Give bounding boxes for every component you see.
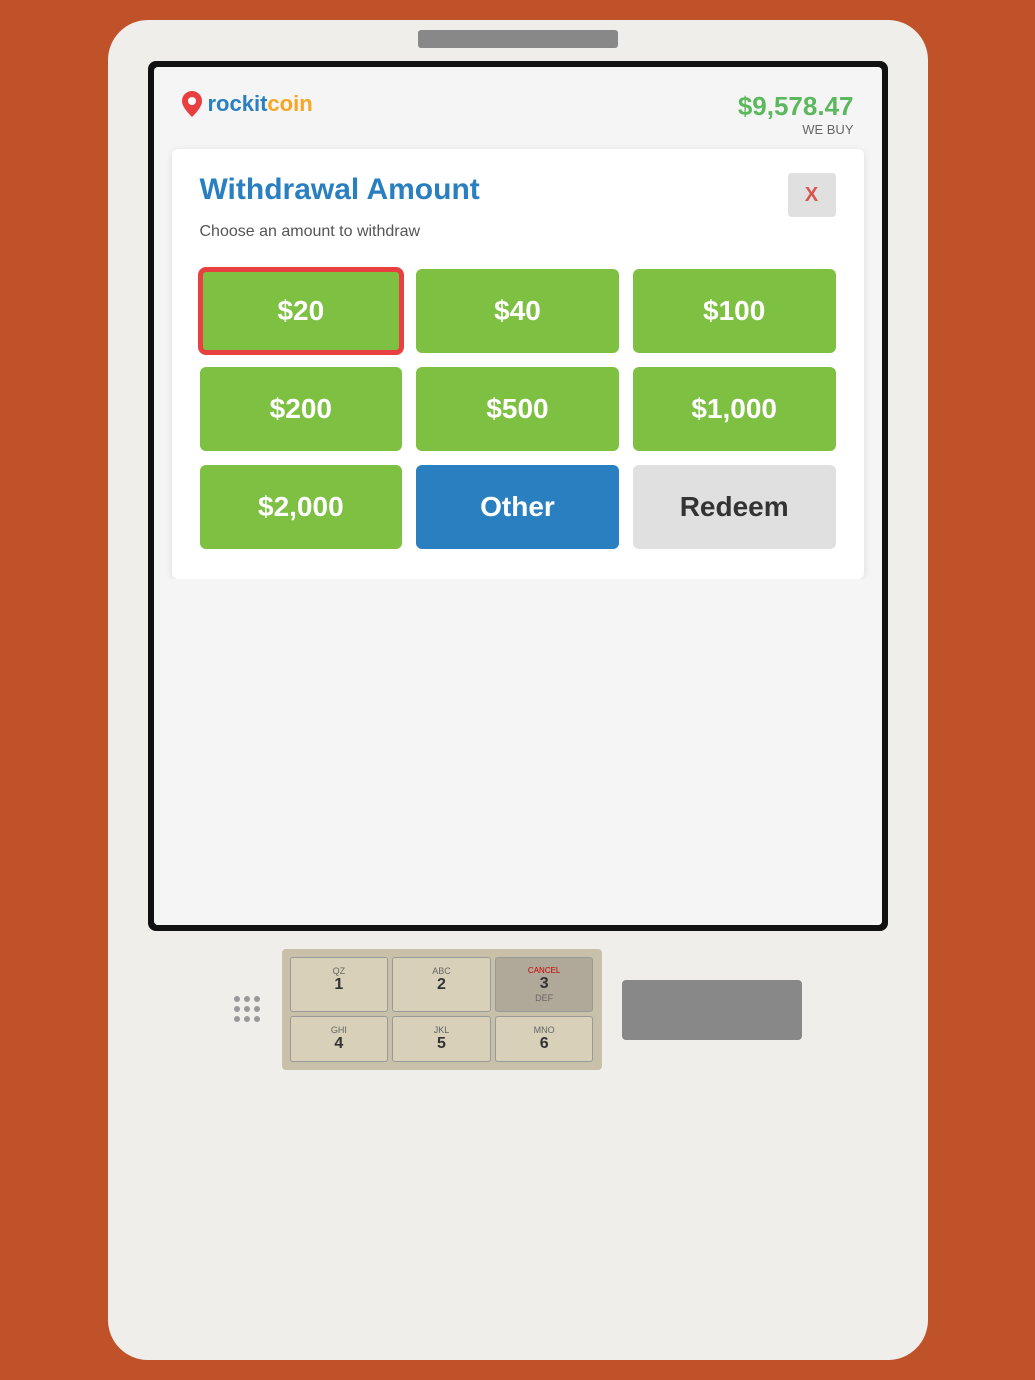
cancel-label: CANCEL xyxy=(500,966,589,975)
key-4[interactable]: GHI 4 xyxy=(290,1016,389,1062)
amount-button-1000[interactable]: $1,000 xyxy=(633,367,836,451)
dialog-subtitle: Choose an amount to withdraw xyxy=(200,223,836,241)
card-slot xyxy=(622,980,802,1040)
logo-part2: coin xyxy=(267,91,312,116)
top-bar: rockitcoin $9,578.47 WE BUY xyxy=(154,67,882,149)
screen: rockitcoin $9,578.47 WE BUY Withdrawal A… xyxy=(154,67,882,925)
speaker-dots xyxy=(234,996,262,1024)
amount-button-2000[interactable]: $2,000 xyxy=(200,465,403,549)
key-1[interactable]: QZ 1 xyxy=(290,957,389,1012)
key-cancel-area[interactable]: CANCEL 3 DEF xyxy=(495,957,594,1012)
keypad: QZ 1 ABC 2 CANCEL 3 DEF GHI 4 JKL xyxy=(282,949,602,1070)
logo-pin-icon xyxy=(182,91,202,117)
dialog-title: Withdrawal Amount xyxy=(200,173,480,207)
kiosk-bottom: QZ 1 ABC 2 CANCEL 3 DEF GHI 4 JKL xyxy=(148,949,888,1070)
speaker-area xyxy=(234,996,262,1024)
screen-bottom-space xyxy=(154,579,882,925)
amount-button-200[interactable]: $200 xyxy=(200,367,403,451)
amount-button-20[interactable]: $20 xyxy=(200,269,403,353)
logo-part1: rockit xyxy=(208,91,268,116)
key-6[interactable]: MNO 6 xyxy=(495,1016,594,1062)
price-area: $9,578.47 WE BUY xyxy=(738,91,854,137)
kiosk-body: rockitcoin $9,578.47 WE BUY Withdrawal A… xyxy=(108,20,928,1360)
screen-bezel: rockitcoin $9,578.47 WE BUY Withdrawal A… xyxy=(148,61,888,931)
btc-price: $9,578.47 xyxy=(738,91,854,122)
dialog-header: Withdrawal Amount X xyxy=(200,173,836,217)
bottom-slot-area: QZ 1 ABC 2 CANCEL 3 DEF GHI 4 JKL xyxy=(234,949,802,1070)
key-5[interactable]: JKL 5 xyxy=(392,1016,491,1062)
close-button[interactable]: X xyxy=(788,173,836,217)
logo-area: rockitcoin xyxy=(182,91,313,117)
logo-text: rockitcoin xyxy=(208,91,313,117)
amount-button-500[interactable]: $500 xyxy=(416,367,619,451)
amount-grid: $20 $40 $100 $200 $500 $1,000 $2,000 Oth… xyxy=(200,269,836,549)
we-buy-label: WE BUY xyxy=(738,122,854,137)
amount-button-40[interactable]: $40 xyxy=(416,269,619,353)
amount-button-100[interactable]: $100 xyxy=(633,269,836,353)
top-slot xyxy=(418,30,618,48)
withdrawal-dialog: Withdrawal Amount X Choose an amount to … xyxy=(172,149,864,579)
key-2[interactable]: ABC 2 xyxy=(392,957,491,1012)
other-button[interactable]: Other xyxy=(416,465,619,549)
redeem-button[interactable]: Redeem xyxy=(633,465,836,549)
